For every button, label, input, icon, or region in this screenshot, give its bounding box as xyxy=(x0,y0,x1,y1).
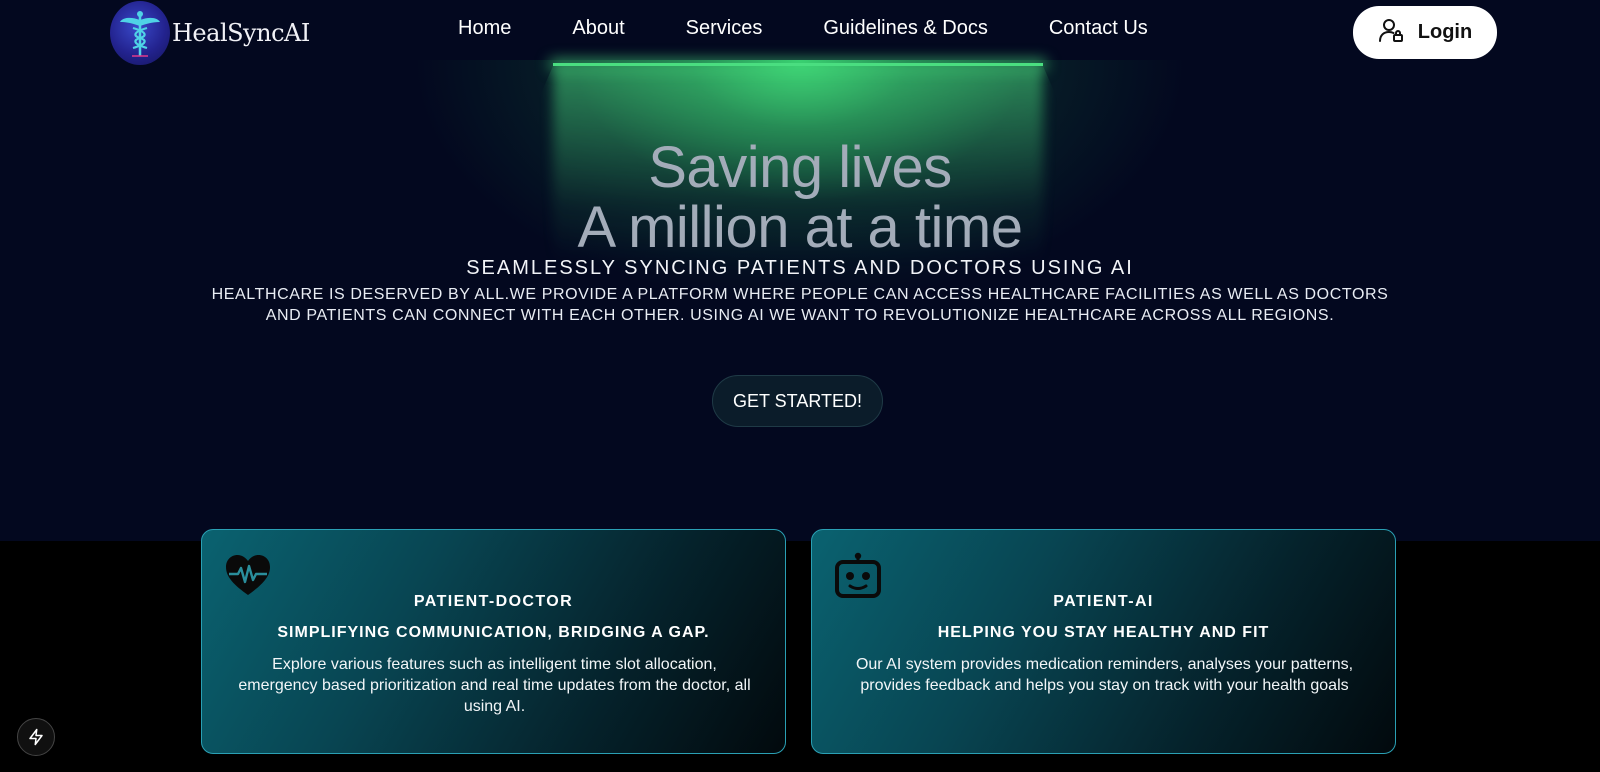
nav-about[interactable]: About xyxy=(572,17,624,40)
hero-description: HEALTHCARE IS DESERVED BY ALL.WE PROVIDE… xyxy=(211,286,1389,324)
card-title: PATIENT-DOCTOR xyxy=(413,593,574,610)
hero-tagline: SEAMLESSLY SYNCING PATIENTS AND DOCTORS … xyxy=(466,257,1134,279)
card-subtitle: SIMPLIFYING COMMUNICATION, BRIDGING A GA… xyxy=(277,624,710,641)
login-label: Login xyxy=(1417,21,1473,43)
brand-name: HealSyncAI xyxy=(172,19,310,47)
nav-services[interactable]: Services xyxy=(686,17,763,40)
card-subtitle: HELPING YOU STAY HEALTHY AND FIT xyxy=(937,624,1270,641)
feature-card-patient-doctor[interactable]: PATIENT-DOCTOR SIMPLIFYING COMMUNICATION… xyxy=(201,529,786,754)
lightning-bolt-icon[interactable] xyxy=(17,718,55,756)
login-button[interactable]: Login xyxy=(1353,6,1497,59)
hero-headline-line2: A million at a time xyxy=(577,195,1023,260)
card-title: PATIENT-AI xyxy=(1053,593,1154,610)
nav-contact-us[interactable]: Contact Us xyxy=(1049,17,1148,40)
main-nav: Home About Services Guidelines & Docs Co… xyxy=(458,17,1148,40)
get-started-button[interactable]: GET STARTED! xyxy=(712,375,883,427)
card-body: Our AI system provides medication remind… xyxy=(855,656,1354,694)
caduceus-icon xyxy=(110,1,170,65)
nav-home[interactable]: Home xyxy=(458,17,511,40)
user-lock-icon xyxy=(1378,17,1404,48)
lamp-line xyxy=(553,63,1043,66)
brand-logo[interactable]: HealSyncAI xyxy=(110,0,310,66)
card-body: Explore various features such as intelli… xyxy=(238,656,751,715)
hero-headline-line1: Saving lives xyxy=(648,135,952,200)
nav-guidelines-docs[interactable]: Guidelines & Docs xyxy=(823,17,988,40)
hero-section: HealSyncAI Home About Services Guideline… xyxy=(0,0,1600,541)
feature-card-patient-ai[interactable]: PATIENT-AI HELPING YOU STAY HEALTHY AND … xyxy=(811,529,1396,754)
